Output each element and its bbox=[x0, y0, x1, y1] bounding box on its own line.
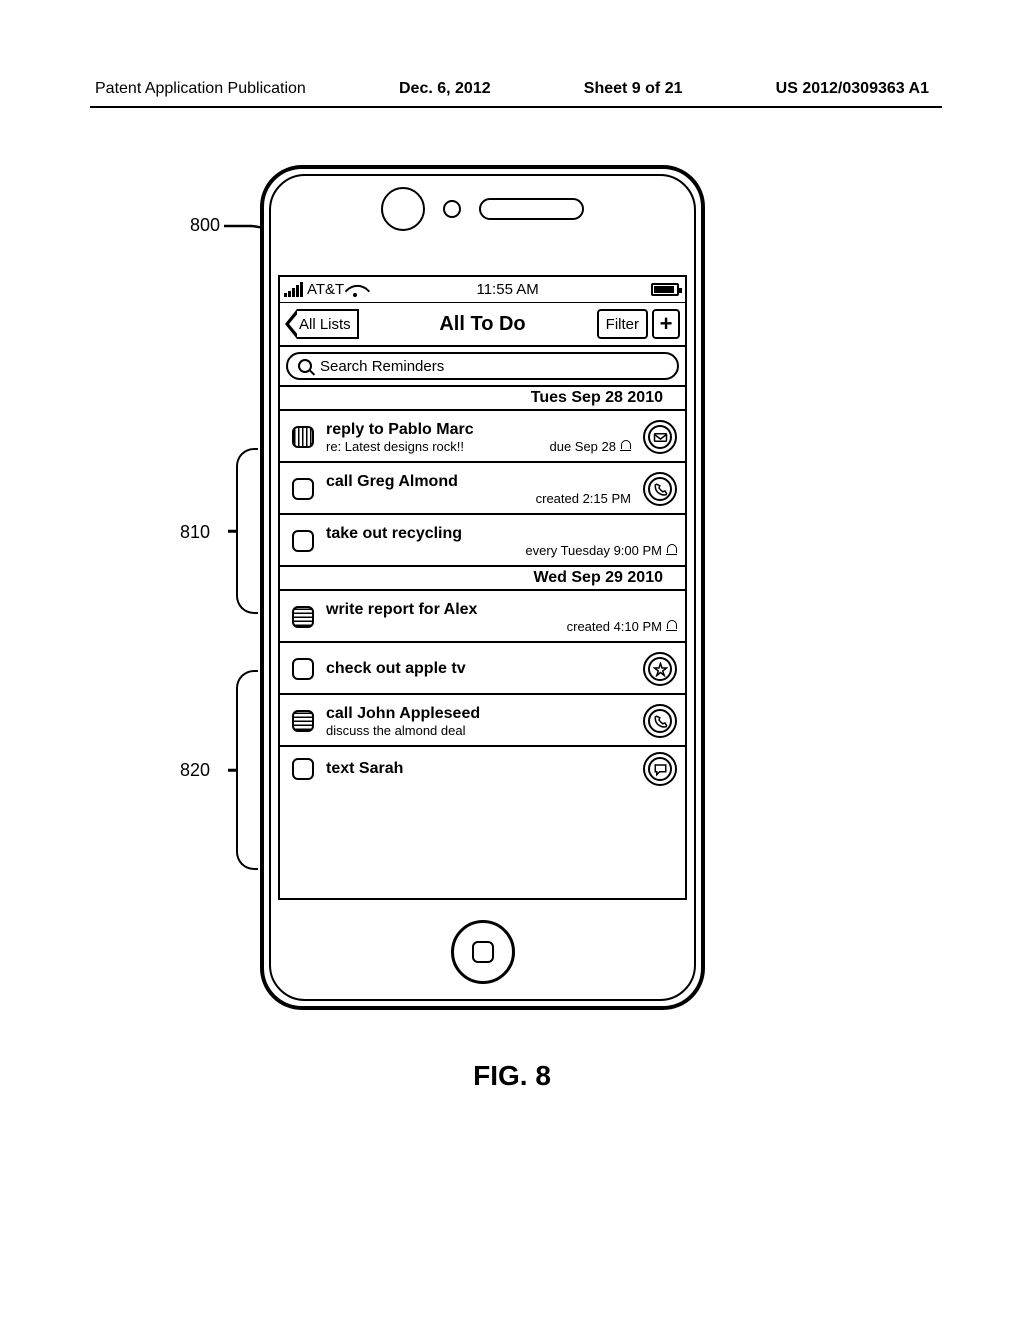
list-item[interactable]: reply to Pablo Marcre: Latest designs ro… bbox=[280, 411, 685, 463]
item-body: text Sarah bbox=[326, 760, 631, 778]
device-sensors bbox=[264, 187, 701, 231]
speaker-slot-icon bbox=[479, 198, 584, 220]
brace-810 bbox=[236, 448, 258, 614]
bell-icon bbox=[666, 544, 677, 556]
item-sub-right: every Tuesday 9:00 PM bbox=[525, 543, 677, 558]
back-button[interactable]: All Lists bbox=[297, 309, 359, 339]
item-meta: created 4:10 PM bbox=[567, 619, 662, 634]
wifi-icon bbox=[348, 283, 364, 297]
item-sub-left: discuss the almond deal bbox=[326, 723, 465, 738]
item-sub-left: re: Latest designs rock!! bbox=[326, 439, 464, 454]
phone-action-icon[interactable] bbox=[643, 472, 677, 506]
item-sub-right: created 2:15 PM bbox=[536, 491, 631, 506]
item-body: check out apple tv bbox=[326, 660, 631, 678]
list-item[interactable]: write report for Alexcreated 4:10 PM bbox=[280, 591, 685, 643]
item-meta: due Sep 28 bbox=[549, 439, 616, 454]
list-container[interactable]: Tues Sep 28 2010 reply to Pablo Marcre: L… bbox=[280, 387, 685, 898]
search-input[interactable]: Search Reminders bbox=[286, 352, 679, 380]
item-title: text Sarah bbox=[326, 760, 631, 778]
item-meta: every Tuesday 9:00 PM bbox=[525, 543, 662, 558]
clock: 11:55 AM bbox=[476, 281, 538, 298]
item-title: write report for Alex bbox=[326, 601, 677, 619]
checkbox[interactable] bbox=[292, 658, 314, 680]
publication-header: Patent Application Publication Dec. 6, 2… bbox=[0, 80, 1024, 98]
add-button[interactable]: + bbox=[652, 309, 680, 339]
publication-date: Dec. 6, 2012 bbox=[399, 80, 491, 98]
item-title: reply to Pablo Marc bbox=[326, 421, 631, 439]
item-body: write report for Alexcreated 4:10 PM bbox=[326, 601, 677, 634]
screen: AT&T 11:55 AM All Lists All To Do Filter… bbox=[278, 275, 687, 900]
home-button-icon bbox=[472, 941, 494, 963]
status-bar: AT&T 11:55 AM bbox=[280, 277, 685, 303]
item-body: take out recyclingevery Tuesday 9:00 PM bbox=[326, 525, 677, 558]
checkbox[interactable] bbox=[292, 606, 314, 628]
bell-icon bbox=[666, 620, 677, 632]
search-icon bbox=[298, 359, 312, 373]
list-item[interactable]: text Sarah bbox=[280, 747, 685, 789]
battery-icon bbox=[651, 283, 679, 296]
item-title: call Greg Almond bbox=[326, 473, 631, 491]
item-body: call Greg Almondcreated 2:15 PM bbox=[326, 473, 631, 506]
search-bar: Search Reminders bbox=[280, 347, 685, 387]
star-action-icon[interactable] bbox=[643, 652, 677, 686]
publication-sheet: Sheet 9 of 21 bbox=[584, 80, 683, 98]
chat-action-icon[interactable] bbox=[643, 752, 677, 786]
item-body: call John Appleseeddiscuss the almond de… bbox=[326, 705, 631, 738]
camera-icon bbox=[381, 187, 425, 231]
callout-810: 810 bbox=[180, 522, 210, 543]
signal-bars-icon bbox=[284, 282, 303, 297]
page-title: All To Do bbox=[439, 313, 525, 336]
figure-label: FIG. 8 bbox=[0, 1060, 1024, 1092]
home-button[interactable] bbox=[451, 920, 515, 984]
mail-action-icon[interactable] bbox=[643, 420, 677, 454]
list-item[interactable]: call Greg Almondcreated 2:15 PM bbox=[280, 463, 685, 515]
publication-outlet: Patent Application Publication bbox=[95, 80, 306, 98]
header-rule bbox=[90, 106, 942, 108]
section-header: Wed Sep 29 2010 bbox=[280, 567, 685, 591]
item-subtitle: discuss the almond deal bbox=[326, 723, 631, 738]
device-frame: AT&T 11:55 AM All Lists All To Do Filter… bbox=[260, 165, 705, 1010]
status-left: AT&T bbox=[284, 281, 364, 298]
publication-number: US 2012/0309363 A1 bbox=[776, 80, 929, 98]
item-body: reply to Pablo Marcre: Latest designs ro… bbox=[326, 421, 631, 454]
list-item[interactable]: call John Appleseeddiscuss the almond de… bbox=[280, 695, 685, 747]
phone-action-icon[interactable] bbox=[643, 704, 677, 738]
list-item[interactable]: take out recyclingevery Tuesday 9:00 PM bbox=[280, 515, 685, 567]
plus-icon: + bbox=[660, 311, 673, 337]
checkbox[interactable] bbox=[292, 426, 314, 448]
callout-820: 820 bbox=[180, 760, 210, 781]
search-placeholder: Search Reminders bbox=[320, 358, 444, 375]
list-item[interactable]: check out apple tv bbox=[280, 643, 685, 695]
item-subtitle: created 4:10 PM bbox=[326, 619, 677, 634]
item-title: check out apple tv bbox=[326, 660, 631, 678]
callout-800: 800 bbox=[190, 215, 220, 236]
carrier-label: AT&T bbox=[307, 281, 344, 298]
item-subtitle: every Tuesday 9:00 PM bbox=[326, 543, 677, 558]
item-sub-right: due Sep 28 bbox=[549, 439, 631, 454]
filter-button-label: Filter bbox=[606, 316, 639, 333]
checkbox[interactable] bbox=[292, 530, 314, 552]
section-header: Tues Sep 28 2010 bbox=[280, 387, 685, 411]
back-button-label: All Lists bbox=[299, 316, 351, 333]
item-subtitle: created 2:15 PM bbox=[326, 491, 631, 506]
item-title: call John Appleseed bbox=[326, 705, 631, 723]
nav-bar: All Lists All To Do Filter + bbox=[280, 303, 685, 347]
item-meta: created 2:15 PM bbox=[536, 491, 631, 506]
bell-icon bbox=[620, 440, 631, 452]
item-sub-right: created 4:10 PM bbox=[567, 619, 677, 634]
brace-820 bbox=[236, 670, 258, 870]
item-subtitle: re: Latest designs rock!! due Sep 28 bbox=[326, 439, 631, 454]
checkbox[interactable] bbox=[292, 478, 314, 500]
filter-button[interactable]: Filter bbox=[597, 309, 648, 339]
proximity-sensor-icon bbox=[443, 200, 461, 218]
checkbox[interactable] bbox=[292, 710, 314, 732]
item-title: take out recycling bbox=[326, 525, 677, 543]
checkbox[interactable] bbox=[292, 758, 314, 780]
